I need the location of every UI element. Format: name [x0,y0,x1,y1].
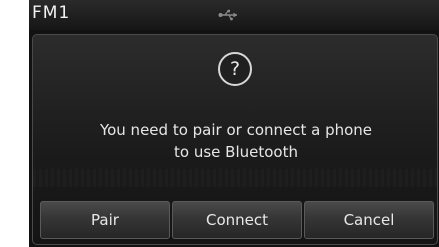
question-mark-icon: ? [218,52,252,86]
cancel-button[interactable]: Cancel [304,201,434,239]
pair-button[interactable]: Pair [40,201,170,239]
usb-icon [218,9,237,21]
connect-button[interactable]: Connect [172,201,302,239]
radio-source-label: FM1 [32,3,71,23]
head-unit-screen: FM1 ? You need to pair or connect a phon… [29,0,439,247]
status-bar: FM1 [29,0,439,30]
dialog-button-row: Pair Connect Cancel [40,201,434,239]
bluetooth-pairing-dialog: ? You need to pair or connect a phone to… [32,34,438,245]
dialog-message: You need to pair or connect a phone to u… [99,121,373,161]
